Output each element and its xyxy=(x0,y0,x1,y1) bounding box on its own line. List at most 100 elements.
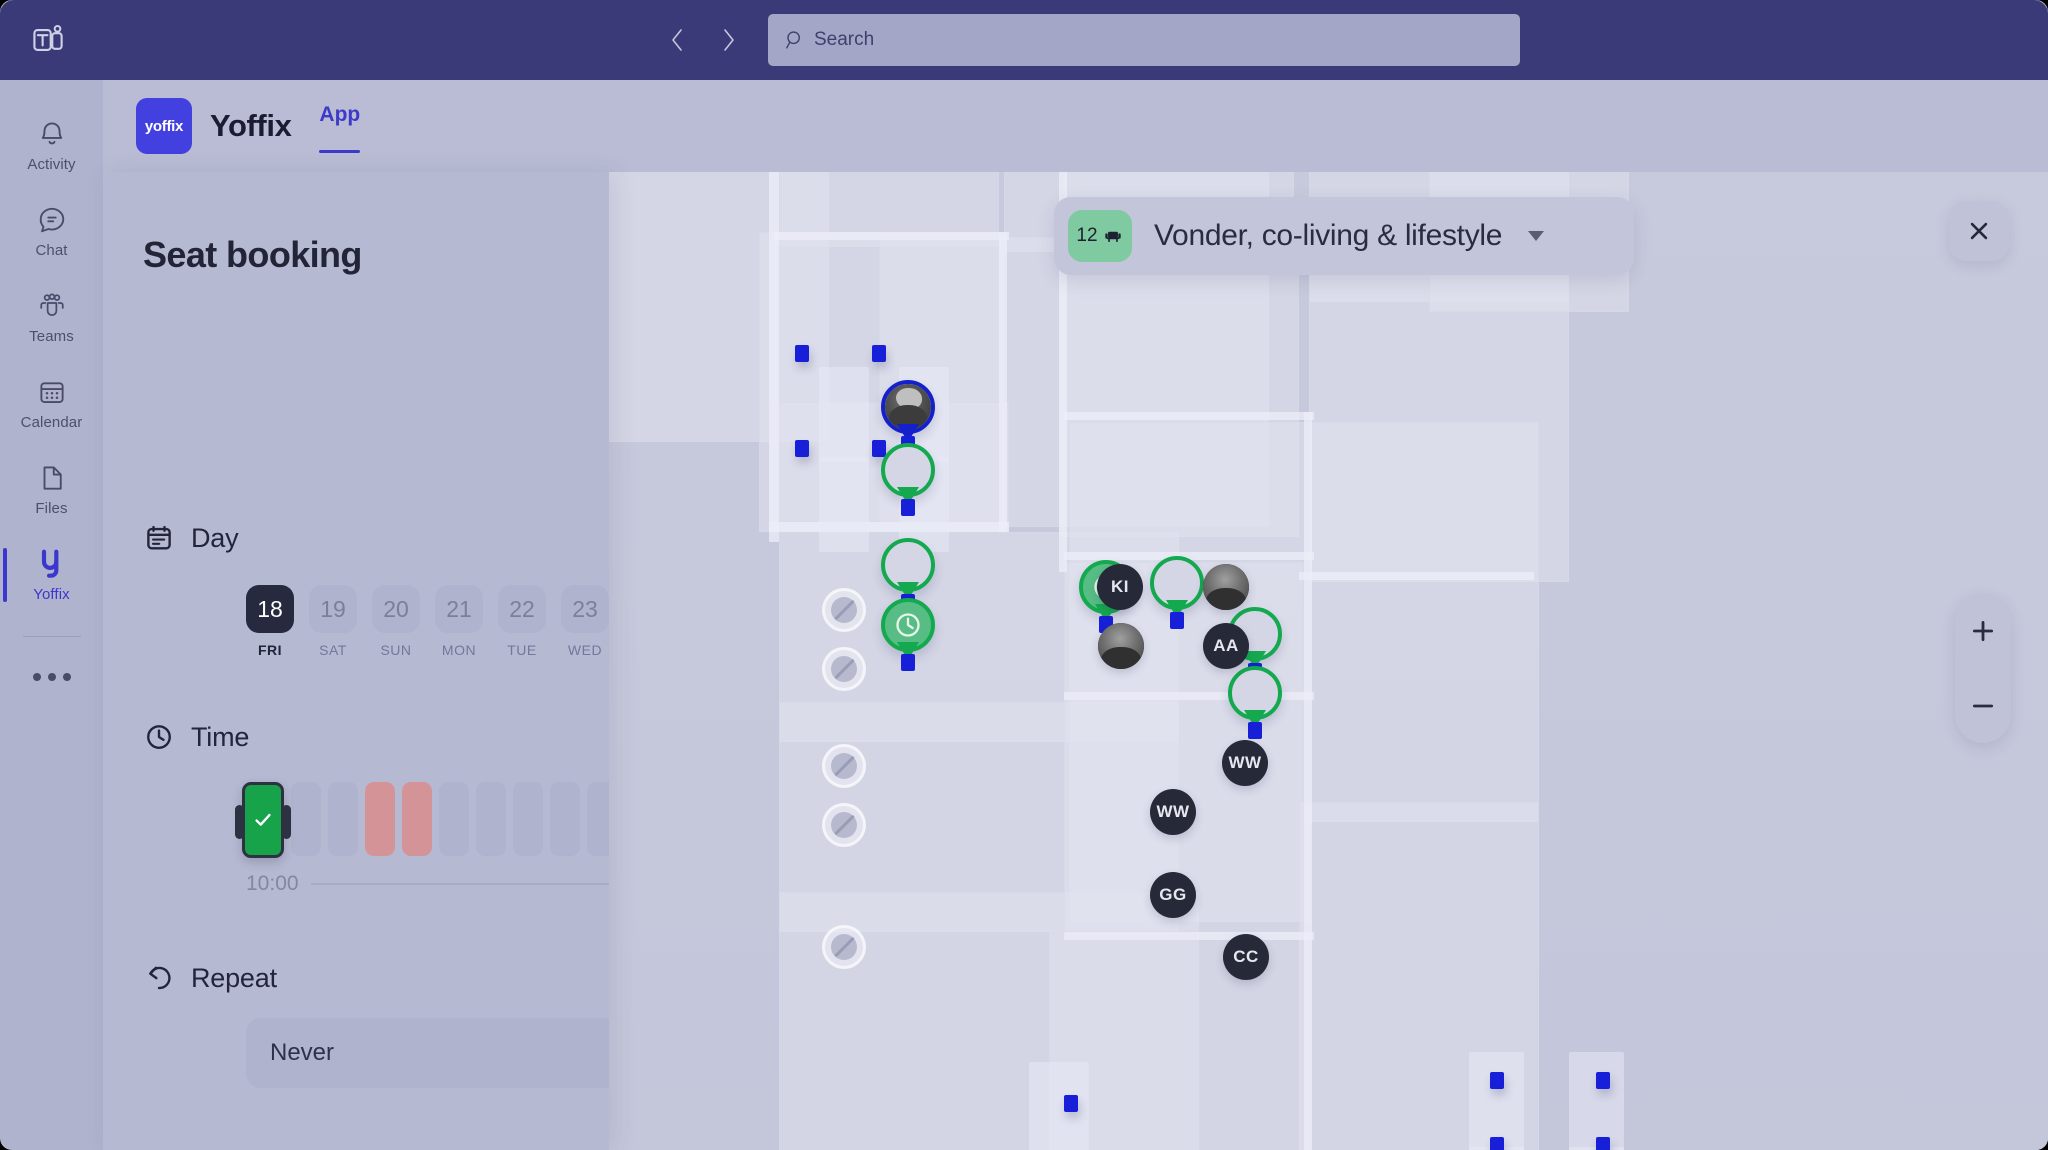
teams-title-bar: Search xyxy=(0,0,2048,80)
time-start-label: 10:00 xyxy=(246,872,299,895)
avatar-photo[interactable] xyxy=(1203,564,1249,610)
time-axis-line xyxy=(310,883,609,885)
sidebar-item-yoffix[interactable]: Yoffix xyxy=(0,532,103,618)
day-weekday: FRI xyxy=(257,642,283,658)
avatar-gg[interactable]: GG xyxy=(1150,872,1196,918)
pin-seat-dot xyxy=(1170,612,1184,629)
time-slot-track xyxy=(235,782,609,858)
seat-marker[interactable] xyxy=(1596,1137,1610,1150)
seat-marker[interactable] xyxy=(1490,1072,1504,1089)
floor-plan-map[interactable]: KI AA WW WW GG CC xyxy=(609,172,2048,1150)
sidebar-item-label: Yoffix xyxy=(33,586,70,603)
time-slot-selected[interactable] xyxy=(235,782,291,858)
sidebar-item-chat[interactable]: Chat xyxy=(0,188,103,274)
avatar-cc[interactable]: CC xyxy=(1223,934,1269,980)
avatar-ww[interactable]: WW xyxy=(1150,789,1196,835)
navigation-arrows xyxy=(660,20,746,60)
day-number: 22 xyxy=(498,585,546,633)
day-option-23[interactable]: 23 WED xyxy=(561,585,609,658)
sidebar-item-files[interactable]: Files xyxy=(0,446,103,532)
teams-logo-icon xyxy=(30,20,70,60)
repeat-selected-value: Never xyxy=(270,1039,335,1066)
more-options-button[interactable] xyxy=(0,647,103,707)
ellipsis-icon xyxy=(47,673,56,681)
time-slot[interactable] xyxy=(476,782,506,856)
search-input[interactable]: Search xyxy=(768,14,1520,66)
avatar-initials: AA xyxy=(1213,636,1239,655)
seat-marker[interactable] xyxy=(795,440,809,457)
chat-bubble-icon xyxy=(35,203,69,237)
floor-desk xyxy=(1029,1062,1089,1150)
avatar-photo[interactable] xyxy=(1098,623,1144,669)
ellipsis-icon xyxy=(32,673,41,681)
day-weekday: TUE xyxy=(507,642,537,658)
time-slot[interactable] xyxy=(291,782,321,856)
pin-seat-dot xyxy=(901,499,915,516)
day-option-20[interactable]: 20 SUN xyxy=(372,585,420,658)
day-option-22[interactable]: 22 TUE xyxy=(498,585,546,658)
avatar-initials: CC xyxy=(1233,947,1259,966)
floor-desk xyxy=(819,367,869,462)
day-number: 19 xyxy=(309,585,357,633)
avatar-ww-behind[interactable]: WW xyxy=(1222,740,1268,786)
avatar-ki[interactable]: KI xyxy=(1097,564,1143,610)
seat-marker[interactable] xyxy=(1490,1137,1504,1150)
seat-marker[interactable] xyxy=(1596,1072,1610,1089)
floor-desk xyxy=(1469,1052,1524,1150)
tab-app[interactable]: App xyxy=(319,103,360,153)
blocked-seat-icon xyxy=(822,647,866,691)
time-slot-busy[interactable] xyxy=(365,782,395,856)
day-option-18[interactable]: 18 FRI xyxy=(246,585,294,658)
bell-icon xyxy=(35,117,69,151)
seat-marker[interactable] xyxy=(1064,1095,1078,1112)
time-slot[interactable] xyxy=(587,782,609,856)
day-option-21[interactable]: 21 MON xyxy=(435,585,483,658)
time-slot[interactable] xyxy=(328,782,358,856)
floor-wall xyxy=(1064,932,1314,940)
sidebar-item-label: Teams xyxy=(29,328,74,345)
time-slot[interactable] xyxy=(513,782,543,856)
seat-pin-available[interactable] xyxy=(1228,666,1282,739)
time-section-label: Time xyxy=(191,721,250,752)
seat-marker[interactable] xyxy=(872,345,886,362)
sidebar-item-teams[interactable]: Teams xyxy=(0,274,103,360)
avatar-initials: WW xyxy=(1228,753,1262,772)
yoffix-logo: yoffix xyxy=(136,98,192,154)
day-number: 23 xyxy=(561,585,609,633)
blocked-seat-icon xyxy=(822,588,866,632)
minus-icon xyxy=(1972,704,1994,707)
calendar-icon xyxy=(143,522,175,554)
armchair-icon xyxy=(1104,231,1121,242)
seat-pin-available[interactable] xyxy=(1150,556,1204,629)
chevron-down-icon xyxy=(1528,231,1545,241)
back-button[interactable] xyxy=(660,20,694,60)
repeat-section-header: Repeat xyxy=(143,962,277,994)
time-slot-busy[interactable] xyxy=(402,782,432,856)
floor-room xyxy=(1309,422,1539,822)
seat-pin-booked-photo[interactable] xyxy=(881,380,935,453)
zoom-in-button[interactable] xyxy=(1955,598,2011,664)
sidebar-item-label: Chat xyxy=(35,242,68,259)
blocked-seat-icon xyxy=(822,803,866,847)
forward-button[interactable] xyxy=(712,20,746,60)
repeat-dropdown[interactable]: Never xyxy=(246,1018,609,1088)
sidebar-item-activity[interactable]: Activity xyxy=(0,102,103,188)
left-rail: Activity Chat Teams Calendar Files Yoffi… xyxy=(0,80,103,1150)
day-option-19[interactable]: 19 SAT xyxy=(309,585,357,658)
close-button[interactable] xyxy=(1949,201,2009,261)
time-slot[interactable] xyxy=(439,782,469,856)
day-selector: 18 FRI 19 SAT 20 SUN 21 MON 22 TUE 23 WE… xyxy=(246,585,609,658)
floor-wall xyxy=(769,522,1009,532)
floor-wall xyxy=(1304,412,1312,1150)
seat-pin-pending[interactable] xyxy=(881,598,935,671)
location-dropdown[interactable]: 12 Vonder, co-living & lifestyle xyxy=(1054,197,1634,275)
check-icon xyxy=(255,813,271,826)
avatar-aa[interactable]: AA xyxy=(1203,623,1249,669)
seat-pin-available[interactable] xyxy=(881,443,935,516)
zoom-out-button[interactable] xyxy=(1955,673,2011,739)
sidebar-item-calendar[interactable]: Calendar xyxy=(0,360,103,446)
seat-marker[interactable] xyxy=(795,345,809,362)
page-title: Seat booking xyxy=(143,234,362,275)
sidebar-item-label: Files xyxy=(35,500,68,517)
time-slot[interactable] xyxy=(550,782,580,856)
